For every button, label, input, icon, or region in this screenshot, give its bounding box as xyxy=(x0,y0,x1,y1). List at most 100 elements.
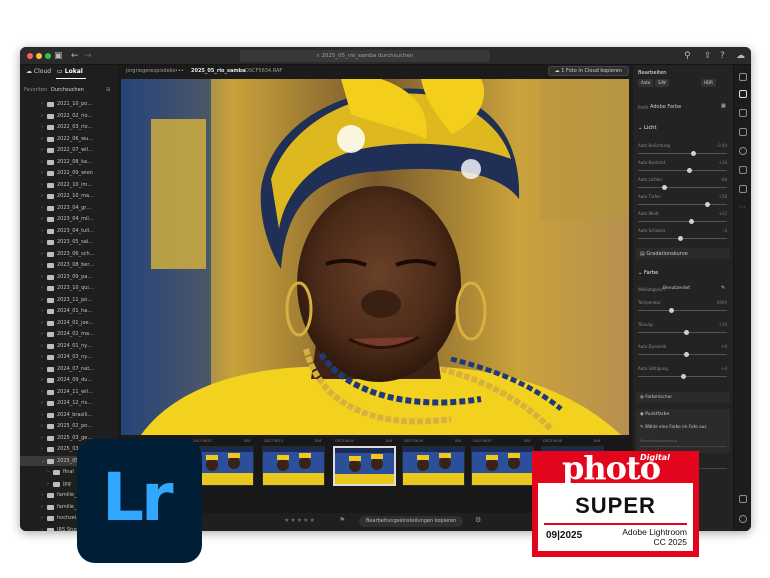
slider-track[interactable] xyxy=(638,219,727,224)
folder-item[interactable]: › 2023_06_sch… xyxy=(20,249,119,259)
slider-track[interactable] xyxy=(638,330,727,335)
crop-tool-icon[interactable] xyxy=(739,109,747,117)
breadcrumb-ellipsis[interactable]: ••• xyxy=(175,65,184,77)
chevron-icon[interactable]: › xyxy=(41,433,43,443)
copy-to-cloud-button[interactable]: ☁ 1 Foto in Cloud kopieren xyxy=(547,66,629,76)
chevron-icon[interactable]: › xyxy=(41,122,43,132)
light-section-title[interactable]: ⌄ Licht xyxy=(638,125,657,131)
chevron-icon[interactable]: › xyxy=(41,237,43,247)
chevron-icon[interactable]: › xyxy=(41,513,43,523)
folder-item[interactable]: › 2022_08_ka… xyxy=(20,157,119,167)
masking-tool-icon[interactable] xyxy=(739,147,747,155)
sidebar-toggle-icon[interactable]: ▣ xyxy=(54,47,63,65)
folder-item[interactable]: › 2022_03_rio… xyxy=(20,122,119,132)
search-input[interactable]: ⌕ 2025_05_rio_samba durchsuchen xyxy=(240,50,490,62)
slider-track[interactable] xyxy=(638,236,727,241)
slider-handle[interactable] xyxy=(688,219,694,224)
close-window-button[interactable] xyxy=(27,53,33,59)
chevron-icon[interactable]: › xyxy=(41,203,43,213)
slider-track[interactable] xyxy=(638,352,727,357)
slider-handle[interactable] xyxy=(669,308,675,313)
chevron-icon[interactable]: › xyxy=(41,341,43,351)
slider-value[interactable]: +10 xyxy=(719,322,727,327)
redeye-tool-icon[interactable] xyxy=(739,166,747,174)
folder-item[interactable]: › 2024_09_du… xyxy=(20,375,119,385)
folder-item[interactable]: › 2025_02_po… xyxy=(20,421,119,431)
slider-track[interactable] xyxy=(638,374,727,379)
chevron-icon[interactable]: › xyxy=(41,490,43,500)
bw-button[interactable]: S/W xyxy=(655,79,669,87)
chevron-icon[interactable]: › xyxy=(41,444,43,454)
area-adjust-slider[interactable] xyxy=(640,446,726,447)
sliders-tool-icon[interactable] xyxy=(739,90,747,98)
folder-item[interactable]: › 2024_07_nat… xyxy=(20,364,119,374)
folder-item[interactable]: › 2024_11_wil… xyxy=(20,387,119,397)
slider-value[interactable]: -68 xyxy=(720,177,727,182)
filmstrip-thumbnail[interactable] xyxy=(262,446,325,486)
folder-item[interactable]: › 2022_07_wil… xyxy=(20,145,119,155)
folder-item[interactable]: › 2024_brasili… xyxy=(20,410,119,420)
slider-value[interactable]: +4 xyxy=(721,366,727,371)
chevron-icon[interactable]: ⌄ xyxy=(41,456,45,466)
folder-item[interactable]: › 2024_12_ris… xyxy=(20,398,119,408)
eyedropper-icon[interactable]: ✎ xyxy=(721,285,725,291)
folder-item[interactable]: › 2024_01_ha… xyxy=(20,306,119,316)
settings-gear-icon[interactable]: ⚙ xyxy=(475,516,481,524)
chevron-icon[interactable]: › xyxy=(41,306,43,316)
folder-item[interactable]: › 2022_02_rio… xyxy=(20,111,119,121)
chevron-icon[interactable]: › xyxy=(41,502,43,512)
back-arrow-icon[interactable]: ← xyxy=(71,47,79,65)
folder-item[interactable]: › 2021_10_po… xyxy=(20,99,119,109)
chevron-icon[interactable]: › xyxy=(41,525,43,532)
slider-handle[interactable] xyxy=(678,236,684,241)
tone-curve-section[interactable]: ▤ Gradationskurve xyxy=(636,248,730,259)
breadcrumb-root[interactable]: jorgriegerexpisdeko xyxy=(126,65,175,77)
chevron-icon[interactable]: › xyxy=(41,157,43,167)
add-folder-icon[interactable]: ⊞ xyxy=(106,87,110,93)
tab-local[interactable]: ▭ Lokal xyxy=(57,68,83,75)
folder-item[interactable]: › 2022_10_ma… xyxy=(20,191,119,201)
slider-handle[interactable] xyxy=(687,168,693,173)
chevron-icon[interactable]: › xyxy=(41,421,43,431)
filmstrip-thumbnail[interactable] xyxy=(402,446,465,486)
tag-icon[interactable] xyxy=(739,495,747,503)
color-section-title[interactable]: ⌄ Farbe xyxy=(638,270,658,276)
chevron-icon[interactable]: › xyxy=(41,318,43,328)
profile-select[interactable]: Adobe Farbe xyxy=(650,104,681,110)
zoom-window-button[interactable] xyxy=(45,53,51,59)
share-icon[interactable]: ⇪ xyxy=(704,47,712,65)
slider-value[interactable]: +14 xyxy=(719,160,727,165)
chevron-icon[interactable]: › xyxy=(41,168,43,178)
slider-track[interactable] xyxy=(638,308,727,313)
chevron-icon[interactable]: › xyxy=(47,479,49,489)
filter-icon[interactable]: ⚲ xyxy=(684,47,691,65)
slider-value[interactable]: +9 xyxy=(721,344,727,349)
presets-tool-icon[interactable] xyxy=(739,185,747,193)
slider-value[interactable]: 4900 xyxy=(717,300,727,305)
slider-handle[interactable] xyxy=(690,151,696,156)
chevron-icon[interactable]: › xyxy=(41,214,43,224)
chevron-icon[interactable]: › xyxy=(41,145,43,155)
folder-item[interactable]: › 2024_02_ma… xyxy=(20,329,119,339)
color-mixer-section[interactable]: ◍ Farbmischer xyxy=(636,392,730,403)
slider-track[interactable] xyxy=(638,202,727,207)
filmstrip-thumbnail[interactable] xyxy=(333,446,396,486)
slider-value[interactable]: +22 xyxy=(719,211,727,216)
cloud-status-icon[interactable]: ☁ xyxy=(736,47,745,65)
edit-tool-icon[interactable] xyxy=(739,73,747,81)
folder-item[interactable]: › 2023_09_pa… xyxy=(20,272,119,282)
chevron-icon[interactable]: › xyxy=(41,283,43,293)
profile-browser-icon[interactable]: ▦ xyxy=(721,103,726,109)
chevron-icon[interactable]: › xyxy=(41,329,43,339)
slider-track[interactable] xyxy=(638,168,727,173)
slider-handle[interactable] xyxy=(684,330,690,335)
folder-item[interactable]: › 2022_06_wu… xyxy=(20,134,119,144)
folder-item[interactable]: › 2023_04_mil… xyxy=(20,214,119,224)
slider-value[interactable]: -0,40 xyxy=(717,143,727,148)
chevron-icon[interactable]: › xyxy=(41,249,43,259)
help-icon[interactable]: ? xyxy=(720,47,725,65)
chevron-icon[interactable]: › xyxy=(41,387,43,397)
chevron-icon[interactable]: › xyxy=(41,272,43,282)
folder-item[interactable]: › 2023_10_qui… xyxy=(20,283,119,293)
chevron-icon[interactable]: › xyxy=(41,191,43,201)
